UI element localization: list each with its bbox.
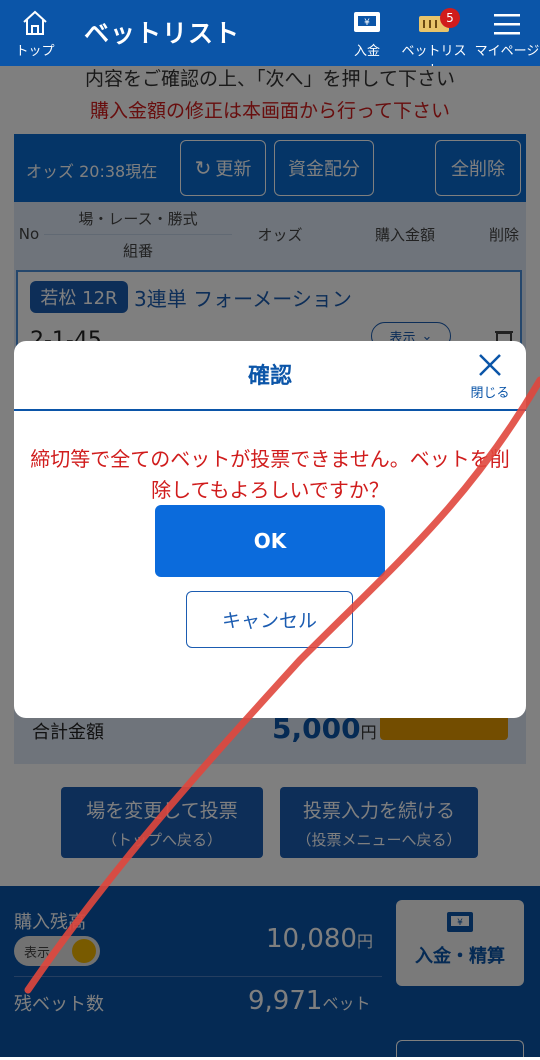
annotation-stroke xyxy=(24,376,540,994)
